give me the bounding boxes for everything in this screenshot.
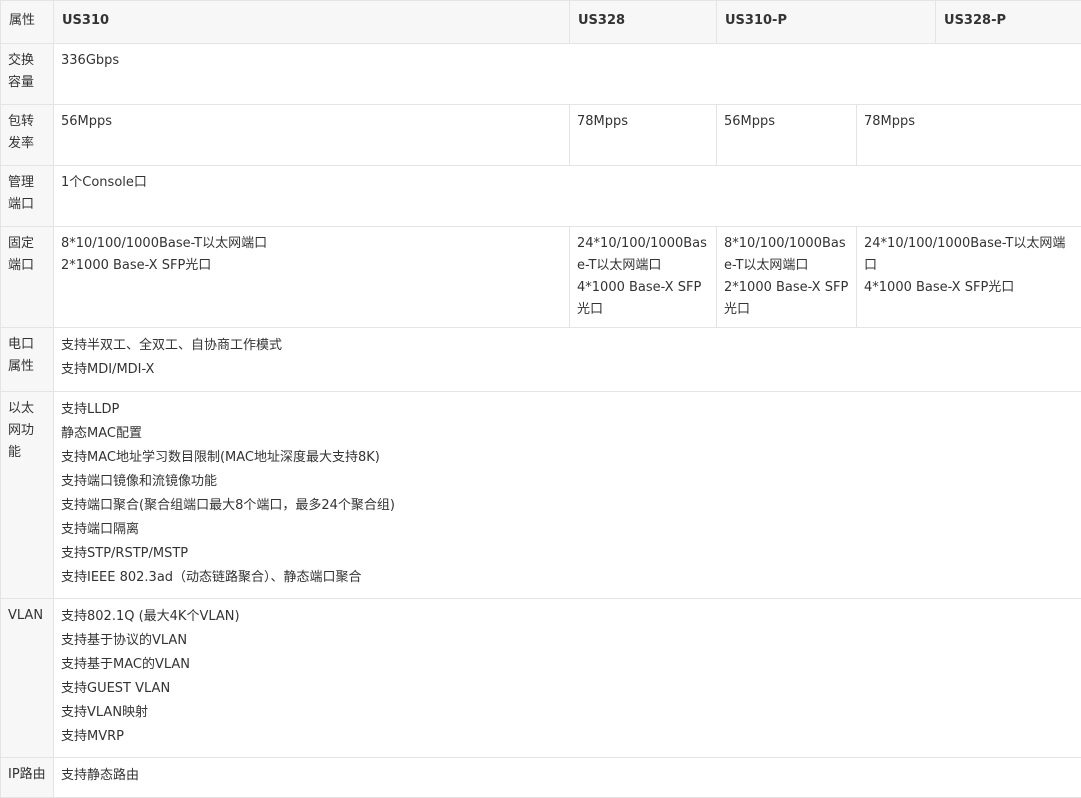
vlan-value: 支持802.1Q (最大4K个VLAN) 支持基于协议的VLAN 支持基于MAC…: [54, 599, 1081, 758]
row-mgmt: 管理 端口 1个Console口: [1, 166, 1081, 227]
row-pps: 包转 发率 56Mpps 78Mpps 56Mpps 78Mpps: [1, 105, 1081, 166]
row-routing: IP路由 支持静态路由: [1, 758, 1081, 798]
capacity-value: 336Gbps: [54, 44, 1081, 105]
header-us328p: US328-P: [936, 1, 1081, 44]
pps-us328p: 78Mpps: [857, 105, 1081, 166]
row-label-electrical: 电口 属性: [1, 328, 54, 392]
pps-us310: 56Mpps: [54, 105, 570, 166]
row-label-pps: 包转 发率: [1, 105, 54, 166]
ethernet-value: 支持LLDP 静态MAC配置 支持MAC地址学习数目限制(MAC地址深度最大支持…: [54, 392, 1081, 599]
fixed-us328p: 24*10/100/1000Base-T以太网端口 4*1000 Base-X …: [857, 227, 1081, 328]
header-us310p: US310-P: [717, 1, 936, 44]
fixed-us328: 24*10/100/1000Base-T以太网端口 4*1000 Base-X …: [570, 227, 717, 328]
spec-table: 属性 US310 US328 US310-P US328-P 交换 容量 336…: [0, 0, 1081, 798]
fixed-us310: 8*10/100/1000Base-T以太网端口 2*1000 Base-X S…: [54, 227, 570, 328]
row-label-vlan: VLAN: [1, 599, 54, 758]
electrical-value: 支持半双工、全双工、自协商工作模式 支持MDI/MDI-X: [54, 328, 1081, 392]
row-label-fixed: 固定 端口: [1, 227, 54, 328]
routing-value: 支持静态路由: [54, 758, 1081, 798]
pps-us310p: 56Mpps: [717, 105, 857, 166]
row-vlan: VLAN 支持802.1Q (最大4K个VLAN) 支持基于协议的VLAN 支持…: [1, 599, 1081, 758]
row-label-routing: IP路由: [1, 758, 54, 798]
row-label-mgmt: 管理 端口: [1, 166, 54, 227]
pps-us328: 78Mpps: [570, 105, 717, 166]
row-label-capacity: 交换 容量: [1, 44, 54, 105]
row-electrical: 电口 属性 支持半双工、全双工、自协商工作模式 支持MDI/MDI-X: [1, 328, 1081, 392]
header-us328: US328: [570, 1, 717, 44]
header-us310: US310: [54, 1, 570, 44]
fixed-us310p: 8*10/100/1000Base-T以太网端口 2*1000 Base-X S…: [717, 227, 857, 328]
row-label-ethernet: 以太 网功 能: [1, 392, 54, 599]
header-attr: 属性: [1, 1, 54, 44]
row-ethernet: 以太 网功 能 支持LLDP 静态MAC配置 支持MAC地址学习数目限制(MAC…: [1, 392, 1081, 599]
header-row: 属性 US310 US328 US310-P US328-P: [1, 1, 1081, 44]
row-capacity: 交换 容量 336Gbps: [1, 44, 1081, 105]
mgmt-value: 1个Console口: [54, 166, 1081, 227]
row-fixed: 固定 端口 8*10/100/1000Base-T以太网端口 2*1000 Ba…: [1, 227, 1081, 328]
